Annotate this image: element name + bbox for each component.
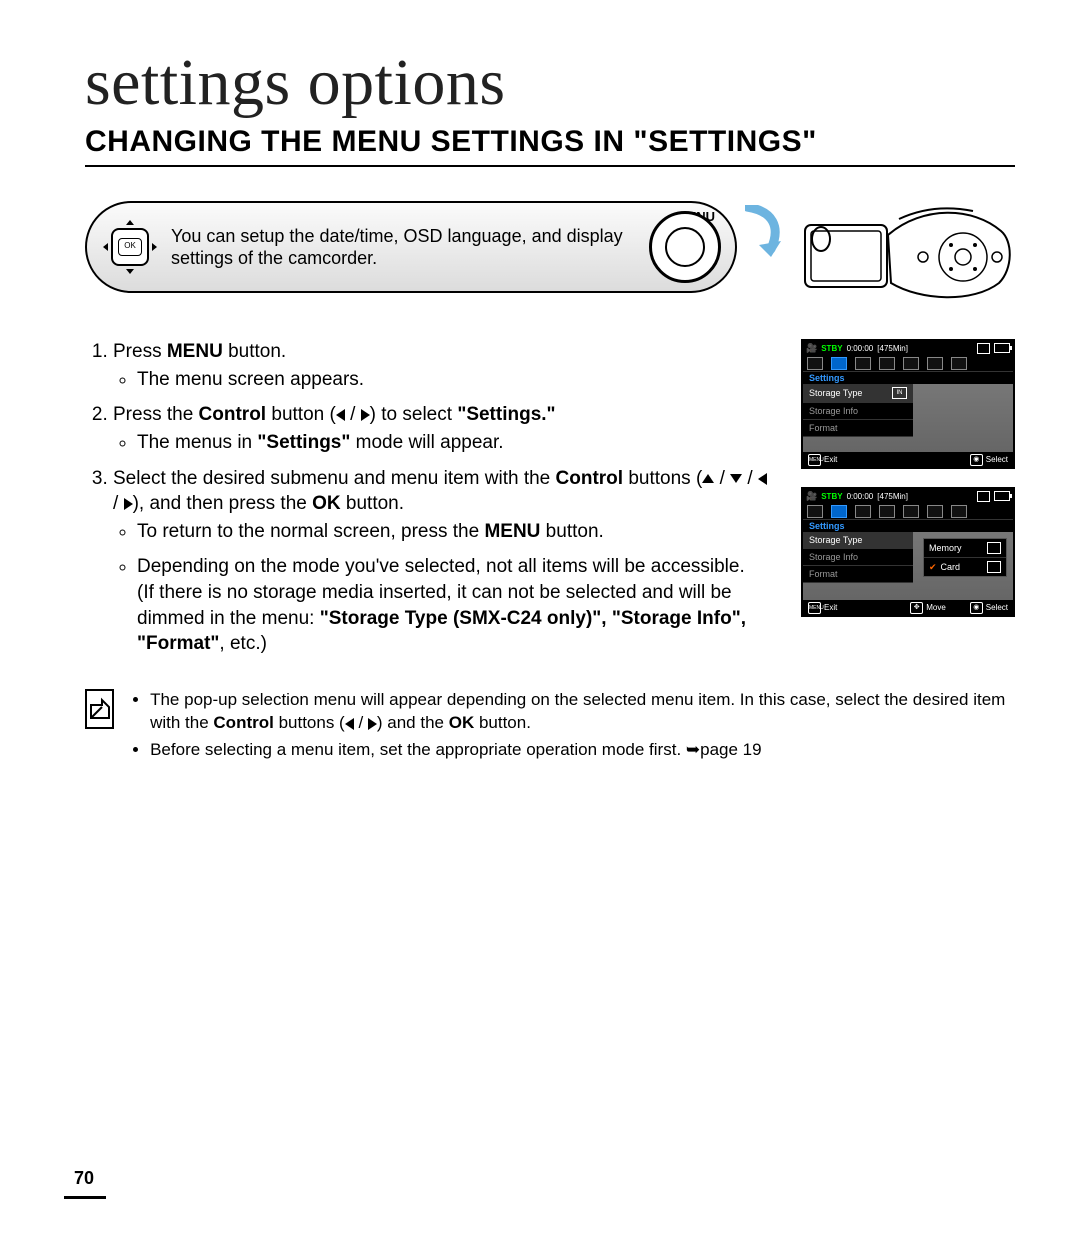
page-number: 70 [74, 1168, 94, 1189]
down-arrow-icon [730, 474, 742, 483]
popup-item-card: ✔Card [924, 558, 1006, 576]
right-arrow-icon [124, 498, 133, 510]
category-icon-row [803, 355, 1013, 371]
note-1: The pop-up selection menu will appear de… [150, 689, 1015, 735]
battery-icon [994, 343, 1010, 353]
menu-item-format: Format [803, 566, 913, 583]
note-icon [85, 689, 114, 729]
steps-list: Press MENU button. The menu screen appea… [85, 339, 773, 667]
menu-list: Storage TypeIN Storage Info Format [803, 384, 913, 452]
left-arrow-icon [758, 473, 767, 485]
menu-item-storage-info: Storage Info [803, 403, 913, 420]
right-arrow-icon [368, 718, 377, 730]
select-sym-icon: ◉ [970, 602, 983, 614]
note-2: Before selecting a menu item, set the ap… [150, 739, 1015, 762]
storage-chip-icon [977, 491, 990, 502]
storage-chip-icon [977, 343, 990, 354]
select-sym-icon: ◉ [970, 454, 983, 466]
step-1: Press MENU button. The menu screen appea… [113, 339, 773, 392]
note-block: The pop-up selection menu will appear de… [85, 689, 1015, 766]
lcd-screenshot-1: 🎥 STBY 0:00:00 [475Min] Settings Storage… [801, 339, 1015, 469]
left-arrow-icon [336, 409, 345, 421]
memory-chip-icon [987, 542, 1001, 554]
step-2: Press the Control button ( / ) to select… [113, 402, 773, 455]
lcd-screenshot-2: 🎥 STBY 0:00:00 [475Min] Settings Storage… [801, 487, 1015, 617]
category-label: Settings [803, 371, 1013, 384]
menu-item-storage-type: Storage TypeIN [803, 384, 913, 403]
storage-type-popup: Memory ✔Card [923, 538, 1007, 577]
check-icon: ✔ [929, 562, 937, 573]
left-arrow-icon [345, 718, 354, 730]
step-1-sub: The menu screen appears. [137, 367, 773, 393]
arrow-swoop-icon [745, 205, 785, 265]
menu-list: Storage Type Storage Info Format [803, 532, 913, 600]
battery-icon [994, 491, 1010, 501]
popup-item-memory: Memory [924, 539, 1006, 558]
info-bar-text: You can setup the date/time, OSD languag… [171, 225, 639, 270]
menu-item-format: Format [803, 420, 913, 437]
step-2-sub: The menus in "Settings" mode will appear… [137, 430, 773, 456]
menu-sym-icon: MENU [808, 454, 821, 466]
menu-item-storage-type: Storage Type [803, 532, 913, 549]
info-bar: OK You can setup the date/time, OSD lang… [85, 201, 737, 293]
menu-item-storage-info: Storage Info [803, 549, 913, 566]
step-3-sub1: To return to the normal screen, press th… [137, 519, 773, 545]
category-label: Settings [803, 519, 1013, 532]
step-3-sub2: Depending on the mode you've selected, n… [137, 554, 773, 657]
step-3: Select the desired submenu and menu item… [113, 466, 773, 657]
move-sym-icon: ✥ [910, 602, 923, 614]
page-title: settings options [85, 45, 1015, 121]
section-heading: CHANGING THE MENU SETTINGS IN "SETTINGS" [85, 125, 1015, 167]
up-arrow-icon [702, 474, 714, 483]
menu-knob-icon [649, 211, 721, 283]
ok-button-label: OK [118, 238, 142, 256]
category-icon-row [803, 503, 1013, 519]
right-arrow-icon [361, 409, 370, 421]
card-chip-icon [987, 561, 1001, 573]
camcorder-illustration [803, 195, 1015, 307]
dpad-icon: OK [107, 224, 153, 270]
menu-sym-icon: MENU [808, 602, 821, 614]
